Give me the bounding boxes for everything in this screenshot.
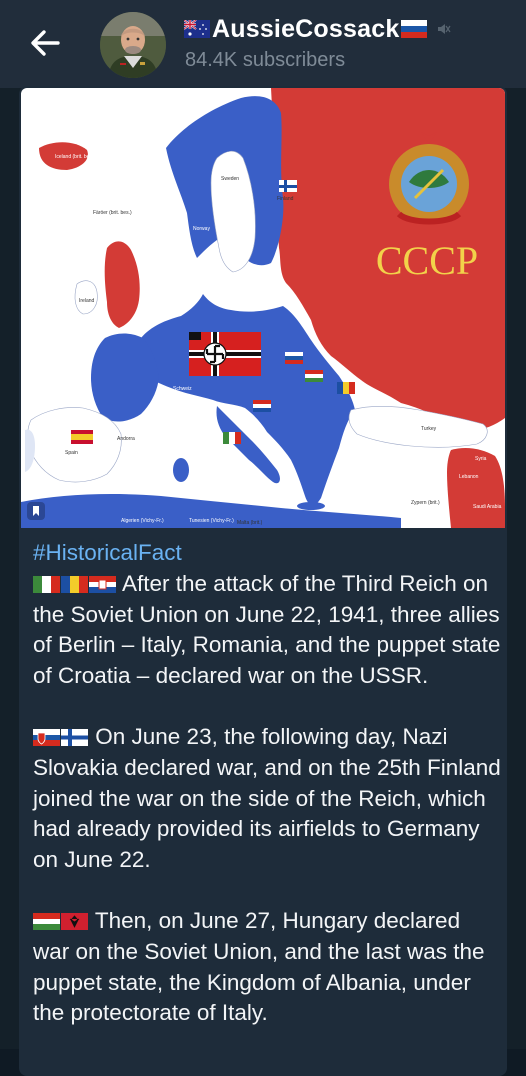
paragraph-1: After the attack of the Third Reich on t… — [33, 569, 501, 692]
finland-flag-icon — [61, 728, 88, 746]
map-label-malta: Malta (brit.) — [237, 520, 263, 526]
channel-title-row[interactable]: AussieCossack — [184, 14, 451, 44]
map-label-finland: Finland — [277, 196, 294, 202]
europe-1941-map-image[interactable]: CCCP Sweden Finland Norway Ireland Spain… — [21, 88, 505, 528]
muted-speaker-icon — [438, 24, 451, 34]
channel-post: CCCP Sweden Finland Norway Ireland Spain… — [19, 86, 507, 1076]
map-label-andorra: Andorra — [117, 436, 135, 442]
paragraph-3: Then, on June 27, Hungary declared war o… — [33, 906, 501, 1029]
croatia-flag-icon — [89, 575, 116, 593]
hungary-flag-icon — [33, 912, 60, 930]
map-label-faroe: Färöer (brit. bes.) — [93, 210, 132, 216]
bookmark-icon — [27, 502, 45, 520]
ussr-map-label: CCCP — [376, 238, 478, 283]
italy-map-flag — [223, 432, 241, 444]
nazi-germany-flag — [189, 332, 261, 376]
map-label-tunisia: Tunesien (Vichy-Fr.) — [189, 518, 234, 524]
croatia-map-flag — [253, 400, 271, 412]
map-label-syria: Syria — [475, 456, 487, 462]
map-label-ireland: Ireland — [79, 298, 95, 304]
hashtag-link[interactable]: #HistoricalFact — [33, 540, 182, 565]
hungary-map-flag — [305, 370, 323, 382]
romania-map-flag — [337, 382, 355, 394]
map-label-sweden: Sweden — [221, 176, 239, 182]
paragraph-2: On June 23, the following day, Nazi Slov… — [33, 722, 501, 876]
map-label-iceland: Iceland (brit. bes.) — [55, 154, 95, 160]
slovakia-flag-icon — [33, 728, 60, 746]
finland-map-flag — [279, 180, 297, 192]
map-label-spain: Spain — [65, 450, 78, 456]
channel-header: AussieCossack 84.4K subscribers — [0, 0, 526, 88]
romania-flag-icon — [61, 575, 88, 593]
channel-avatar[interactable] — [100, 12, 166, 78]
paragraph-2-text: On June 23, the following day, Nazi Slov… — [33, 723, 501, 873]
map-label-cyprus: Zypern (brit.) — [411, 500, 440, 506]
map-label-saudi: Saudi Arabia — [473, 504, 502, 510]
albania-flag-icon — [61, 912, 88, 930]
map-label-norway: Norway — [193, 226, 210, 232]
map-label-lebanon: Lebanon — [459, 474, 479, 480]
paragraph-3-text: Then, on June 27, Hungary declared war o… — [33, 907, 485, 1026]
back-arrow-icon[interactable] — [28, 26, 62, 60]
post-text: #HistoricalFact After the attack of the … — [33, 538, 501, 1059]
channel-title: AussieCossack — [212, 14, 400, 43]
italy-flag-icon — [33, 575, 60, 593]
spain-map-flag — [71, 430, 93, 444]
map-label-switzerland: Schweiz — [173, 386, 192, 392]
map-label-turkey: Turkey — [421, 426, 437, 432]
australia-flag-icon — [184, 20, 210, 38]
subscriber-count: 84.4K subscribers — [185, 49, 346, 71]
slovakia-map-flag — [285, 352, 303, 364]
map-label-algeria: Algerien (Vichy-Fr.) — [121, 518, 164, 524]
russia-flag-icon — [401, 20, 428, 38]
